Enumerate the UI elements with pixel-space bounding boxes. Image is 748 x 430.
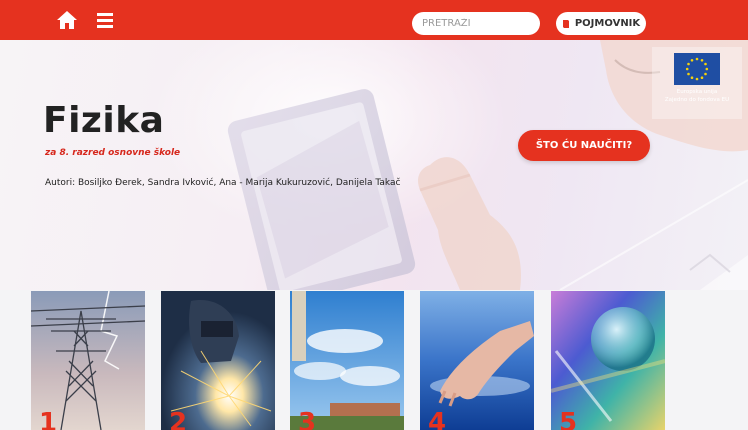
unit-card-5[interactable]: 5 [551, 291, 665, 430]
unit-card-1[interactable]: 1 [31, 291, 145, 430]
unit-number: 5 [559, 408, 578, 430]
page-subtitle: za 8. razred osnovne škole [45, 148, 181, 158]
unit-number: 4 [428, 408, 447, 430]
glossary-button-label: POJMOVNIK [574, 18, 641, 29]
glossary-button[interactable]: POJMOVNIK [556, 12, 646, 35]
eu-flag-icon [674, 53, 720, 85]
home-icon[interactable] [56, 10, 78, 30]
hamburger-menu-icon[interactable] [96, 11, 114, 29]
page-title: Fizika [43, 100, 165, 141]
unit-number: 3 [298, 408, 317, 430]
eu-label-line1: Europska unija [676, 89, 718, 95]
hero-banner [0, 40, 748, 290]
unit-number: 1 [39, 408, 58, 430]
hero-background-image [150, 40, 748, 290]
search-input[interactable] [412, 12, 540, 35]
unit-card-3[interactable]: 3 [290, 291, 404, 430]
eu-logo: Europska unija Zajedno do fondova EU [652, 47, 742, 119]
unit-card-4[interactable]: 4 [420, 291, 534, 430]
unit-card-2[interactable]: 2 [161, 291, 275, 430]
unit-number: 2 [169, 408, 188, 430]
authors-text: Autori: Bosiljko Đerek, Sandra Ivković, … [45, 178, 401, 188]
what-will-i-learn-button[interactable]: ŠTO ĆU NAUČITI? [518, 130, 650, 161]
book-icon [562, 19, 569, 28]
eu-label-line2: Zajedno do fondova EU [664, 97, 730, 103]
top-navigation-bar: POJMOVNIK [0, 0, 748, 40]
